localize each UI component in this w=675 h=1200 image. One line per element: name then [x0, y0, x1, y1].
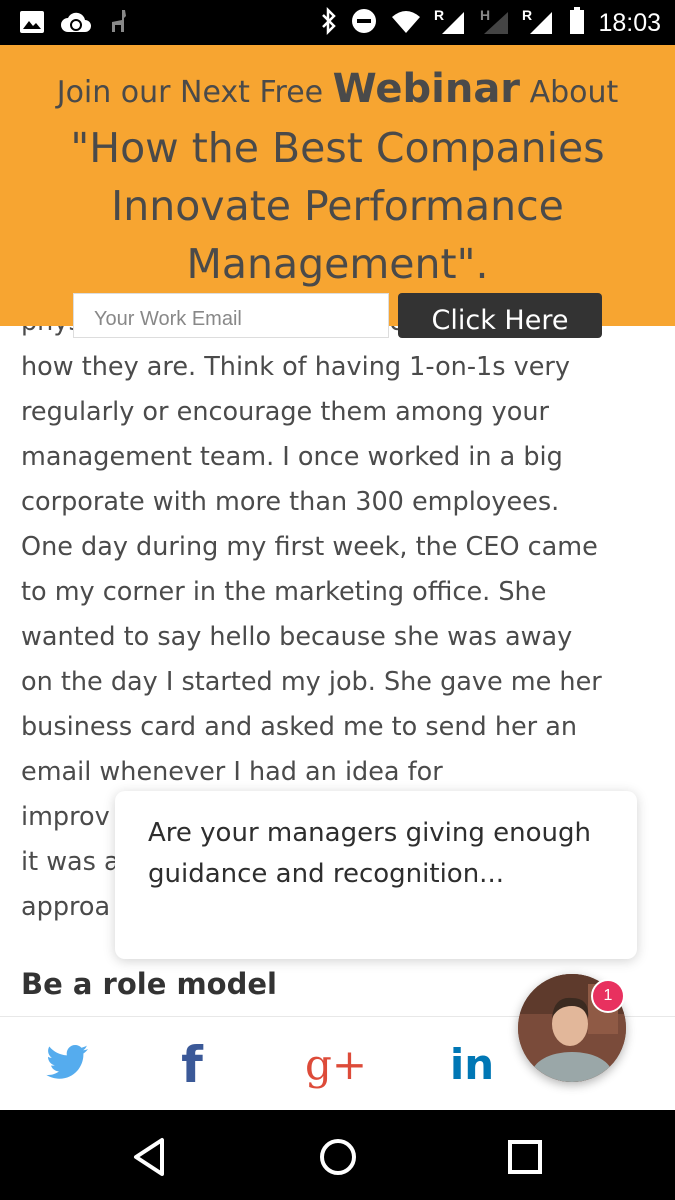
article-line: wanted to say hello because she was away	[21, 622, 573, 652]
svg-text:R: R	[522, 7, 532, 23]
google-plus-icon: g+	[304, 1040, 368, 1089]
work-email-input[interactable]: Your Work Email	[73, 293, 389, 338]
article-line: how they are. Think of having 1-on-1s ve…	[21, 352, 571, 382]
banner-line-1-highlight: Webinar	[332, 66, 521, 112]
article-line: to my corner in the marketing office. Sh…	[21, 577, 547, 607]
recents-icon	[508, 1140, 542, 1174]
banner-line-1-pre: Join our Next Free	[56, 75, 333, 110]
facebook-share-button[interactable]: f	[162, 1035, 222, 1095]
article-line: regularly or encourage them among your	[21, 397, 550, 427]
home-button[interactable]	[313, 1132, 363, 1182]
banner-line-4: Management".	[186, 240, 489, 288]
banner-line-1-post: About	[520, 75, 619, 110]
image-icon	[18, 8, 46, 40]
cloud-sync-icon	[60, 8, 92, 40]
chat-message-text: Are your managers giving enough guidance…	[148, 818, 591, 889]
article-line: on the day I started my job. She gave me…	[21, 667, 602, 697]
svg-text:R: R	[434, 7, 444, 23]
notification-badge: 1	[591, 979, 625, 1013]
article-line: email whenever I had an idea for	[21, 757, 443, 787]
click-here-button[interactable]: Click Here	[398, 293, 602, 338]
status-system: R H R 18:03	[320, 6, 661, 40]
status-notifications	[18, 8, 132, 40]
signal-icon: R	[434, 6, 468, 40]
llama-icon	[106, 8, 132, 40]
battery-icon	[568, 6, 586, 40]
twitter-icon	[46, 1045, 90, 1085]
banner-line-3: Innovate Performance	[111, 182, 564, 230]
linkedin-icon: in	[449, 1040, 495, 1089]
svg-text:H: H	[480, 7, 490, 23]
bluetooth-icon	[320, 6, 338, 40]
back-button[interactable]	[126, 1132, 176, 1182]
webinar-banner: Join our Next Free Webinar About "How th…	[0, 45, 675, 338]
linkedin-share-button[interactable]: in	[442, 1035, 502, 1095]
banner-line-2: "How the Best Companies	[70, 124, 605, 172]
android-nav-bar	[0, 1110, 675, 1200]
google-plus-share-button[interactable]: g+	[304, 1035, 368, 1095]
article-line: corporate with more than 300 employees.	[21, 487, 560, 517]
banner-headline: Join our Next Free Webinar About "How th…	[0, 63, 675, 293]
article-line: One day during my first week, the CEO ca…	[21, 532, 598, 562]
article-line: business card and asked me to send her a…	[21, 712, 578, 742]
wifi-icon	[390, 7, 422, 39]
home-icon	[320, 1139, 356, 1175]
status-bar: R H R 18:03	[0, 0, 675, 45]
back-icon	[134, 1138, 164, 1176]
status-time: 18:03	[598, 9, 661, 37]
signal-r-icon: R	[522, 6, 556, 40]
section-heading: Be a role model	[21, 967, 277, 1001]
article-line: management team. I once worked in a big	[21, 442, 563, 472]
recents-button[interactable]	[500, 1132, 550, 1182]
signal-h-icon: H	[480, 6, 510, 40]
twitter-share-button[interactable]	[38, 1035, 98, 1095]
facebook-icon: f	[181, 1036, 203, 1094]
do-not-disturb-icon	[350, 7, 378, 39]
chat-message-bubble[interactable]: Are your managers giving enough guidance…	[115, 791, 637, 959]
